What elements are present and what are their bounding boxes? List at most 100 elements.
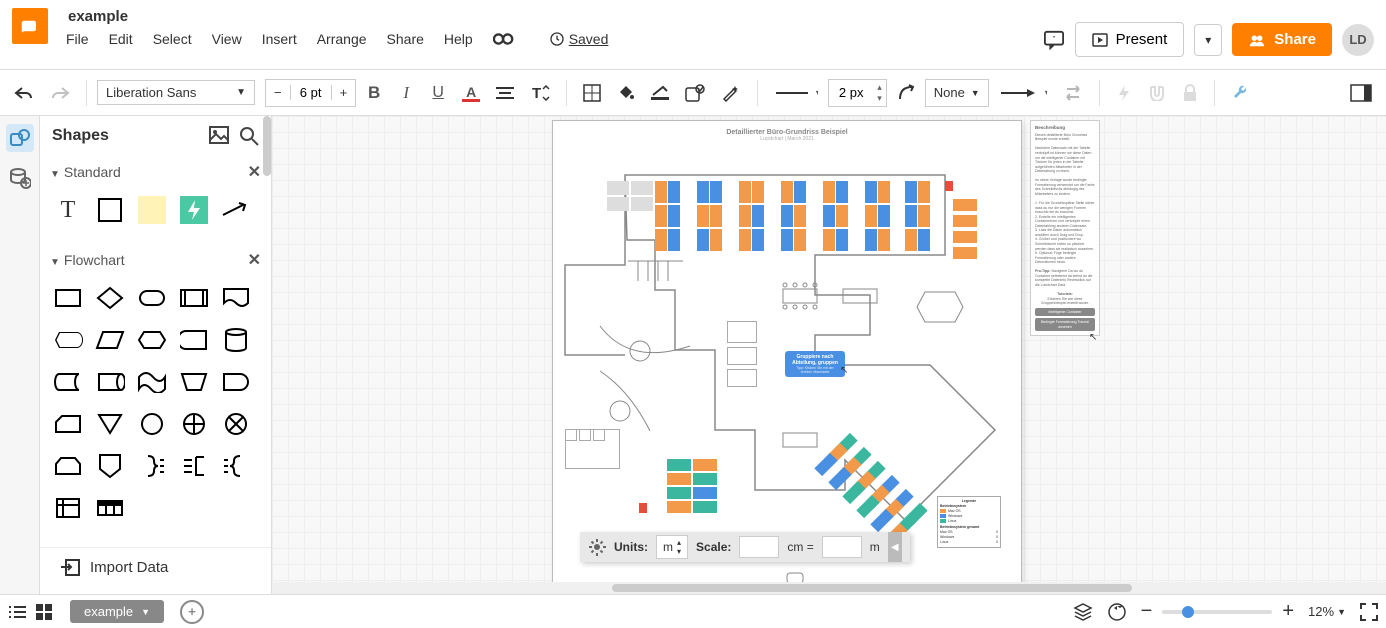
menu-arrange[interactable]: Arrange bbox=[317, 31, 367, 47]
font-size-decrease[interactable]: − bbox=[266, 85, 291, 100]
fc-brace-right[interactable] bbox=[134, 448, 170, 484]
shapes-mode-button[interactable] bbox=[6, 124, 34, 152]
line-width-input[interactable] bbox=[829, 80, 873, 106]
line-end-select[interactable]: ▼ bbox=[993, 79, 1053, 107]
find-icon[interactable] bbox=[493, 31, 515, 47]
line-width-stepper[interactable]: ▴▾ bbox=[873, 82, 886, 104]
group-flowchart-label[interactable]: Flowchart bbox=[64, 252, 125, 268]
tutorial-button-1[interactable]: Intelligente Container bbox=[1035, 308, 1095, 317]
present-dropdown[interactable]: ▾ bbox=[1194, 24, 1222, 56]
tutorial-button-2[interactable]: Bedingte Formatierung Tutorial ansehen bbox=[1035, 318, 1095, 331]
fc-internal[interactable] bbox=[50, 490, 86, 526]
line-start-select[interactable]: None▼ bbox=[925, 79, 989, 107]
fc-internal-storage[interactable] bbox=[176, 322, 212, 358]
fc-manual-op[interactable] bbox=[176, 364, 212, 400]
border-color-button[interactable] bbox=[645, 79, 675, 107]
scale-cm-input[interactable] bbox=[739, 536, 779, 558]
fc-paper-tape[interactable] bbox=[134, 364, 170, 400]
menu-help[interactable]: Help bbox=[444, 31, 473, 47]
flash-button[interactable] bbox=[1110, 79, 1138, 107]
app-logo[interactable] bbox=[12, 8, 48, 44]
zoom-out-button[interactable]: − bbox=[1141, 600, 1153, 623]
shape-style-button[interactable] bbox=[577, 79, 607, 107]
units-select[interactable]: m▴▾ bbox=[656, 535, 688, 559]
shape-action[interactable] bbox=[176, 192, 212, 228]
fc-or[interactable] bbox=[218, 406, 254, 442]
data-mode-button[interactable] bbox=[6, 164, 34, 192]
page-tab-example[interactable]: example▼ bbox=[70, 600, 164, 623]
import-data-button[interactable]: Import Data bbox=[40, 547, 271, 586]
group-standard-close[interactable]: ✕ bbox=[248, 162, 261, 182]
shape-options-button[interactable] bbox=[679, 79, 711, 107]
scale-m-input[interactable] bbox=[822, 536, 862, 558]
fc-document[interactable] bbox=[218, 280, 254, 316]
units-collapse-button[interactable]: ◀ bbox=[888, 532, 902, 562]
menu-view[interactable]: View bbox=[212, 31, 242, 47]
group-standard-label[interactable]: Standard bbox=[64, 164, 121, 180]
wrench-button[interactable] bbox=[1225, 79, 1257, 107]
text-options-button[interactable]: T bbox=[524, 79, 556, 107]
fc-offpage[interactable] bbox=[92, 448, 128, 484]
shape-sticky-note[interactable] bbox=[134, 192, 170, 228]
line-style-button[interactable]: ▼ bbox=[768, 79, 824, 107]
font-size-input[interactable] bbox=[291, 80, 331, 106]
shape-text[interactable]: T bbox=[50, 192, 86, 228]
magic-button[interactable] bbox=[715, 79, 747, 107]
text-color-button[interactable]: A bbox=[456, 79, 486, 107]
underline-button[interactable]: U bbox=[424, 79, 452, 107]
menu-edit[interactable]: Edit bbox=[109, 31, 133, 47]
comment-icon[interactable]: ” bbox=[1043, 30, 1065, 50]
line-shape-button[interactable] bbox=[891, 79, 921, 107]
present-button[interactable]: Present bbox=[1075, 22, 1185, 57]
canvas-area[interactable]: Beschreibung Dieses detaillierte Büro Gr… bbox=[272, 116, 1386, 594]
fullscreen-icon[interactable] bbox=[1360, 603, 1378, 621]
fc-decision[interactable] bbox=[92, 280, 128, 316]
fc-note-right[interactable] bbox=[176, 448, 212, 484]
swap-ends-button[interactable] bbox=[1057, 79, 1089, 107]
fc-predefined[interactable] bbox=[176, 280, 212, 316]
fc-merge[interactable] bbox=[92, 406, 128, 442]
horizontal-scrollbar[interactable] bbox=[272, 582, 1386, 594]
italic-button[interactable]: I bbox=[392, 79, 420, 107]
zoom-percent-select[interactable]: 12%▼ bbox=[1308, 604, 1346, 619]
fc-stored-data[interactable] bbox=[50, 364, 86, 400]
target-icon[interactable] bbox=[1107, 602, 1127, 622]
fc-process[interactable] bbox=[50, 280, 86, 316]
font-size-increase[interactable]: + bbox=[331, 85, 356, 100]
undo-button[interactable] bbox=[8, 79, 40, 107]
menu-select[interactable]: Select bbox=[153, 31, 192, 47]
fc-loop-limit[interactable] bbox=[50, 448, 86, 484]
fc-display[interactable] bbox=[50, 322, 86, 358]
zoom-in-button[interactable]: + bbox=[1282, 600, 1294, 623]
magnet-button[interactable] bbox=[1142, 79, 1172, 107]
settings-gear-icon[interactable] bbox=[588, 538, 606, 556]
menu-file[interactable]: File bbox=[66, 31, 89, 47]
panel-toggle-button[interactable] bbox=[1344, 79, 1378, 107]
redo-button[interactable] bbox=[44, 79, 76, 107]
grid-view-icon[interactable] bbox=[36, 604, 52, 620]
layers-icon[interactable] bbox=[1073, 602, 1093, 622]
fc-card[interactable] bbox=[50, 406, 86, 442]
saved-status[interactable]: Saved bbox=[549, 31, 609, 47]
lock-button[interactable] bbox=[1176, 79, 1204, 107]
fc-connector[interactable] bbox=[134, 406, 170, 442]
fc-direct-data[interactable] bbox=[92, 364, 128, 400]
fill-color-button[interactable] bbox=[611, 79, 641, 107]
fc-summing[interactable] bbox=[176, 406, 212, 442]
fc-delay[interactable] bbox=[218, 364, 254, 400]
menu-insert[interactable]: Insert bbox=[262, 31, 297, 47]
group-flowchart-close[interactable]: ✕ bbox=[248, 250, 261, 270]
font-family-select[interactable]: Liberation Sans▼ bbox=[97, 80, 255, 105]
outline-view-icon[interactable] bbox=[8, 604, 26, 620]
shape-rectangle[interactable] bbox=[92, 192, 128, 228]
add-page-button[interactable]: + bbox=[180, 600, 204, 624]
bold-button[interactable]: B bbox=[360, 79, 388, 107]
user-avatar[interactable]: LD bbox=[1342, 24, 1374, 56]
zoom-slider[interactable] bbox=[1162, 610, 1272, 614]
fc-database[interactable] bbox=[218, 322, 254, 358]
share-button[interactable]: Share bbox=[1232, 23, 1332, 56]
fc-preparation[interactable] bbox=[134, 322, 170, 358]
fc-data[interactable] bbox=[92, 322, 128, 358]
fc-terminator[interactable] bbox=[134, 280, 170, 316]
menu-share[interactable]: Share bbox=[387, 31, 424, 47]
